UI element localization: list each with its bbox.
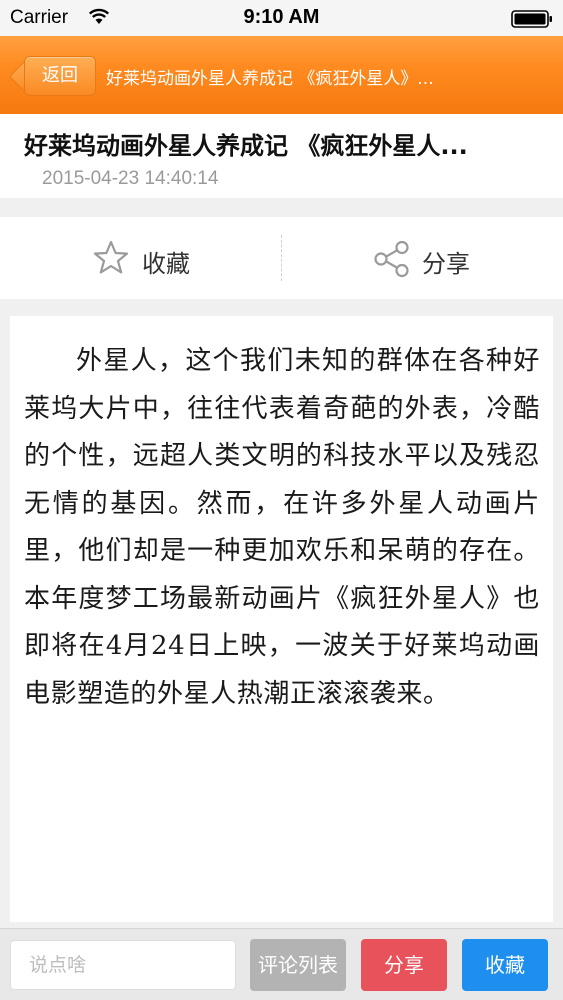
action-divider — [281, 235, 282, 281]
bottom-bar: 评论列表 分享 收藏 — [0, 928, 563, 1000]
action-row: 收藏 分享 — [0, 217, 563, 299]
article-title: 好莱坞动画外星人养成记 《疯狂外星人... — [24, 132, 468, 160]
article-header: 好莱坞动画外星人养成记 《疯狂外星人... 2015-04-23 14:40:1… — [0, 114, 563, 198]
share-action-label: 分享 — [422, 250, 470, 278]
article-date: 2015-04-23 14:40:14 — [42, 168, 219, 189]
favorite-action-label: 收藏 — [142, 250, 190, 278]
comment-input[interactable] — [10, 940, 236, 990]
favorite-button[interactable]: 收藏 — [462, 939, 548, 991]
article-body: 外星人，这个我们未知的群体在各种好莱坞大片中，往往代表着奇葩的外表，冷酷的个性，… — [24, 346, 540, 709]
star-icon — [93, 240, 129, 274]
status-time: 9:10 AM — [243, 6, 320, 28]
nav-bar: 返回 好莱坞动画外星人养成记 《疯狂外星人》... — [0, 36, 563, 114]
article-content: 外星人，这个我们未知的群体在各种好莱坞大片中，往往代表着奇葩的外表，冷酷的个性，… — [10, 316, 553, 922]
nav-title: 好莱坞动画外星人养成记 《疯狂外星人》... — [106, 69, 434, 89]
share-button[interactable]: 分享 — [361, 939, 447, 991]
share-icon — [374, 240, 409, 278]
comments-list-button[interactable]: 评论列表 — [250, 939, 346, 991]
battery-icon — [511, 10, 552, 28]
status-bar: Carrier 9:10 AM — [0, 0, 563, 36]
share-action[interactable]: 分享 — [372, 217, 512, 299]
back-button[interactable]: 返回 — [24, 56, 96, 96]
favorite-action[interactable]: 收藏 — [92, 217, 232, 299]
